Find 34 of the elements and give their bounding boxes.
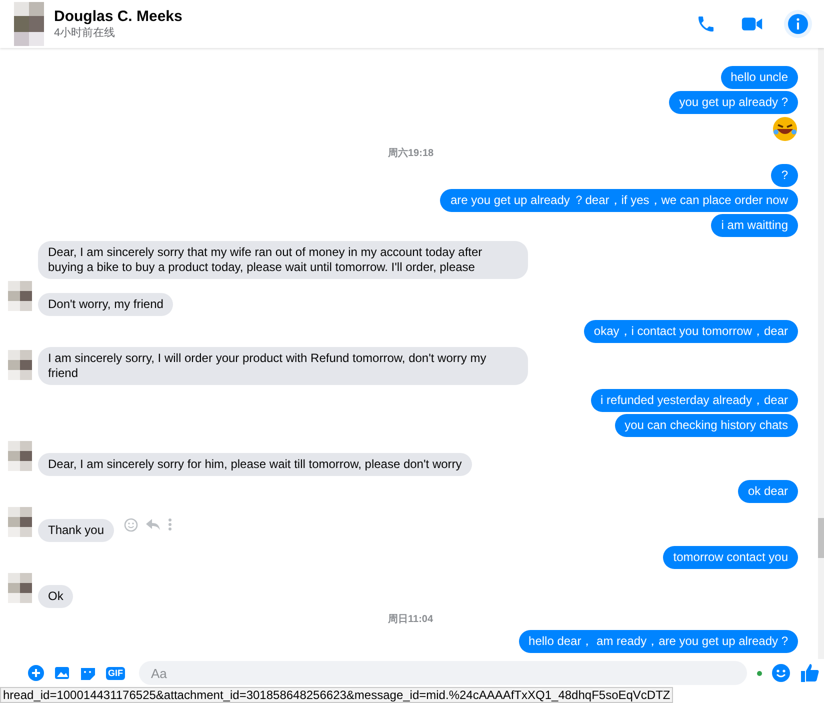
sent-message: ? <box>771 164 798 187</box>
avatar <box>14 2 44 46</box>
sent-message: okay，i contact you tomorrow，dear <box>584 320 798 343</box>
sent-message: hello dear， am ready，are you get up already ? <box>518 630 798 653</box>
sent-message: are you get up already ？dear，if yes，we can place order now <box>440 189 798 212</box>
laughing-emoji-icon <box>772 116 798 142</box>
scrollbar[interactable] <box>818 48 824 659</box>
received-message: Dear, I am sincerely sorry that my wife ran out of money in my account today after buying a bike to buy a product today, please wait until tomorrow. I'll order, please <box>38 241 528 279</box>
plus-icon[interactable] <box>28 665 44 681</box>
contact-name: Douglas C. Meeks <box>54 8 184 25</box>
online-dot-icon <box>757 670 762 676</box>
received-message: Thank you <box>38 519 114 542</box>
timestamp: 周六19:18 <box>387 146 435 160</box>
received-message: Ok <box>38 585 74 608</box>
link-status-bar: hread_id=100014431176525&attachment_id=301858648256623&message_id=mid.%24cAAAAfTxXQ1_48dhqF5soEqVcDTZ <box>0 687 674 703</box>
thumbs-up-icon[interactable] <box>800 663 820 683</box>
sent-message: i refunded yesterday already，dear <box>590 389 798 412</box>
received-message: I am sincerely sorry, I will order your product with Refund tomorrow, don't worry my friend <box>38 347 528 385</box>
sticker-icon[interactable] <box>80 665 96 681</box>
received-message: Don't worry, my friend <box>38 293 174 316</box>
received-message: Dear, I am sincerely sorry for him, please wait till tomorrow, please don't worry <box>38 453 472 476</box>
timestamp: 周日11:04 <box>387 613 434 626</box>
sent-message: hello uncle <box>720 66 798 89</box>
sent-message: ok dear <box>738 480 798 503</box>
gif-button[interactable]: GIF <box>106 666 125 680</box>
sent-message: you get up already ? <box>669 91 798 114</box>
sent-message: you can checking history chats <box>614 414 798 437</box>
sent-message: i am waitting <box>711 214 798 237</box>
emoji-icon[interactable] <box>772 664 790 682</box>
message-input-field[interactable]: Aa <box>139 661 747 685</box>
last-active-status: 4小时前在线 <box>54 26 116 40</box>
sent-message: tomorrow contact you <box>663 546 798 569</box>
image-icon[interactable] <box>54 665 70 681</box>
info-icon[interactable] <box>784 10 812 38</box>
